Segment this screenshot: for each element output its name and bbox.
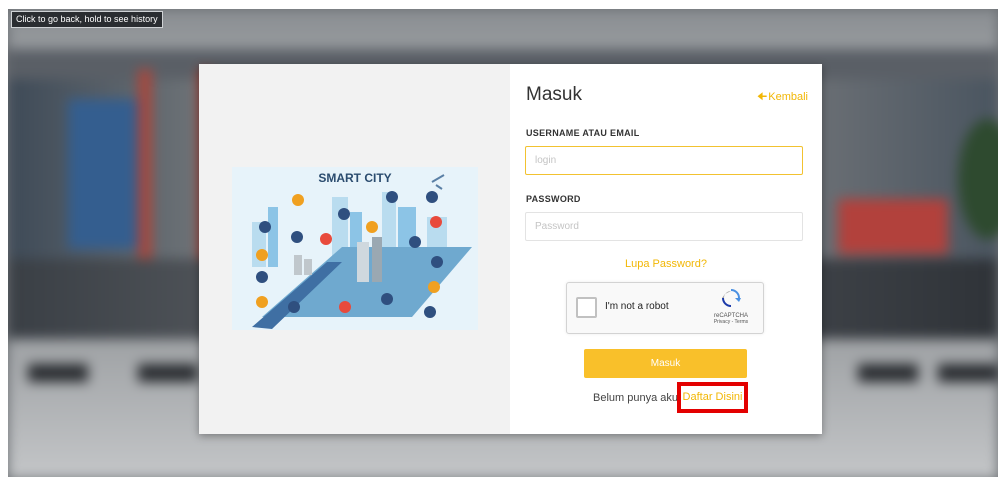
illustration-title: SMART CITY: [318, 171, 392, 185]
page-title: Masuk: [526, 84, 582, 105]
back-tooltip: Click to go back, hold to see history: [11, 11, 163, 28]
login-card: SMART CITY Masuk 🠈Kembali USERNAME ATAU …: [199, 64, 822, 434]
submit-button[interactable]: Masuk: [584, 349, 747, 378]
back-link-label: Kembali: [768, 91, 808, 103]
recaptcha-icon: [722, 289, 741, 307]
smart-city-graphic: [232, 167, 478, 330]
smart-city-illustration: SMART CITY: [232, 167, 478, 330]
password-label: PASSWORD: [526, 194, 581, 204]
login-form-panel: Masuk 🠈Kembali USERNAME ATAU EMAIL PASSW…: [510, 64, 822, 434]
recaptcha-logo: reCAPTCHA Privacy - Terms: [709, 289, 753, 325]
forgot-password-link[interactable]: Lupa Password?: [510, 258, 822, 270]
illustration-panel: SMART CITY: [199, 64, 510, 434]
recaptcha-checkbox[interactable]: [576, 297, 597, 318]
username-label: USERNAME ATAU EMAIL: [526, 128, 640, 138]
password-input[interactable]: [525, 212, 803, 241]
signup-prompt: Belum punya akun: [593, 392, 685, 404]
username-input[interactable]: [525, 146, 803, 175]
arrow-left-icon: 🠈: [757, 91, 768, 103]
back-link[interactable]: 🠈Kembali: [757, 88, 808, 107]
recaptcha-widget: I'm not a robot reCAPTCHA Privacy - Term…: [566, 282, 764, 334]
recaptcha-privacy-terms[interactable]: Privacy - Terms: [709, 319, 753, 325]
recaptcha-label: I'm not a robot: [605, 301, 669, 312]
signup-link[interactable]: Daftar Disini: [677, 382, 748, 413]
